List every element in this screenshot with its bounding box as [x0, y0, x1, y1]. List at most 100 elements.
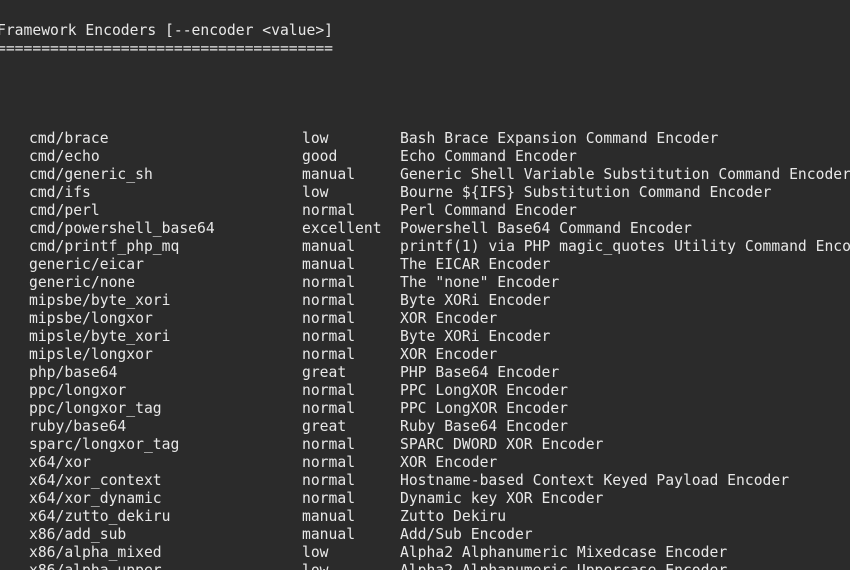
cell-encoder-description: PPC LongXOR Encoder [400, 382, 569, 399]
cell-encoder-description: Hostname-based Context Keyed Payload Enc… [400, 472, 790, 489]
cell-encoder-rank: manual [302, 508, 356, 525]
table-row: cmd/ifs low Bourne ${IFS} Substitution Com… [0, 184, 850, 202]
cell-encoder-rank: normal [302, 328, 356, 345]
cell-encoder-rank: normal [302, 292, 356, 309]
prompt-command: > show encoders [34, 0, 176, 4]
cell-encoder-description: Alpha2 Alphanumeric Uppercase Encoder [400, 562, 727, 570]
cell-encoder-rank: manual [302, 166, 356, 183]
cell-encoder-name: sparc/longxor_tag [29, 436, 180, 453]
cell-encoder-description: Zutto Dekiru [400, 508, 507, 525]
table-row: mipsle/byte_xori normal Byte XORi Encoder [0, 328, 850, 346]
cell-encoder-description: The EICAR Encoder [400, 256, 551, 273]
cell-encoder-description: Ruby Base64 Encoder [400, 418, 569, 435]
cell-encoder-rank: normal [302, 454, 356, 471]
cell-encoder-description: Alpha2 Alphanumeric Mixedcase Encoder [400, 544, 728, 561]
table-row: mipsbe/byte_xori normal Byte XORi Encoder [0, 292, 850, 310]
cell-encoder-rank: normal [302, 472, 356, 489]
cell-encoder-rank: normal [302, 490, 356, 507]
cell-encoder-name: ppc/longxor [29, 382, 127, 399]
cell-encoder-name: x64/xor_dynamic [29, 490, 162, 507]
cell-encoder-name: cmd/printf_php_mq [29, 238, 180, 255]
table-header-rule-row: ---- ---- ----------- [0, 94, 850, 112]
cell-encoder-name: x86/add_sub [29, 526, 127, 543]
cell-encoder-rank: normal [302, 346, 356, 363]
cell-encoder-name: cmd/brace [29, 130, 109, 147]
cell-encoder-rank: low [302, 130, 329, 147]
cell-encoder-name: mipsle/byte_xori [29, 328, 171, 345]
output-title: Framework Encoders [--encoder <value>] [0, 22, 334, 39]
cell-encoder-name: cmd/ifs [29, 184, 91, 201]
table-row: sparc/longxor_tag normal SPARC DWORD XOR E… [0, 436, 850, 454]
cell-encoder-description: Bash Brace Expansion Command Encoder [400, 130, 719, 147]
cell-encoder-name: x86/alpha_upper [29, 562, 162, 570]
cell-encoder-rank: manual [302, 526, 356, 543]
cell-encoder-name: generic/none [29, 274, 136, 291]
table-header-row: Name Rank Description [0, 76, 850, 94]
cell-encoder-description: Powershell Base64 Command Encoder [400, 220, 692, 237]
cell-encoder-description: Perl Command Encoder [400, 202, 577, 219]
table-row: cmd/brace low Bash Brace Expansion Command… [0, 130, 850, 148]
table-row: ppc/longxor normal PPC LongXOR Encoder [0, 382, 850, 400]
cell-encoder-name: cmd/powershell_base64 [29, 220, 215, 237]
cell-encoder-description: XOR Encoder [400, 346, 498, 363]
cell-encoder-rank: manual [302, 256, 356, 273]
cell-encoder-description: SPARC DWORD XOR Encoder [400, 436, 604, 453]
table-row: x86/add_sub manual Add/Sub Encoder [0, 526, 850, 544]
cell-encoder-name: cmd/generic_sh [29, 166, 153, 183]
cell-encoder-description: printf(1) via PHP magic_quotes Utility C… [400, 238, 850, 255]
table-row: php/base64 great PHP Base64 Encoder [0, 364, 850, 382]
cell-encoder-description: Byte XORi Encoder [400, 328, 551, 345]
table-row: cmd/printf_php_mq manual printf(1) via PHP… [0, 238, 850, 256]
cell-encoder-name: cmd/echo [29, 148, 100, 165]
cell-encoder-rank: normal [302, 436, 356, 453]
table-row: x86/alpha_upper low Alpha2 Alphanumeric Up… [0, 562, 850, 570]
table-row: cmd/echo good Echo Command Encoder [0, 148, 850, 166]
table-row: cmd/generic_sh manual Generic Shell Variab… [0, 166, 850, 184]
cell-encoder-rank: low [302, 544, 329, 561]
cell-encoder-rank: normal [302, 274, 356, 291]
cell-encoder-name: cmd/perl [29, 202, 100, 219]
table-row: generic/eicar manual The EICAR Encoder [0, 256, 850, 274]
cell-encoder-description: Generic Shell Variable Substitution Comm… [400, 166, 850, 183]
cell-encoder-name: mipsbe/byte_xori [29, 292, 171, 309]
encoders-table: Name Rank Description ---- ---- --------… [0, 76, 850, 570]
cell-encoder-name: generic/eicar [29, 256, 144, 273]
cell-encoder-name: mipsbe/longxor [29, 310, 153, 327]
table-row: x64/zutto_dekiru manual Zutto Dekiru [0, 508, 850, 526]
cell-encoder-description: The "none" Encoder [400, 274, 560, 291]
cell-encoder-rank: good [302, 148, 338, 165]
cell-encoder-description: PHP Base64 Encoder [400, 364, 560, 381]
cell-encoder-rank: normal [302, 310, 356, 327]
shell-prompt-line: msf6 > show encoders [0, 0, 176, 5]
table-row: mipsle/longxor normal XOR Encoder [0, 346, 850, 364]
table-row: x64/xor_dynamic normal Dynamic key XOR Enc… [0, 490, 850, 508]
cell-encoder-name: x64/zutto_dekiru [29, 508, 171, 525]
title-underline-rule: ====================================== [0, 40, 334, 57]
cell-encoder-description: XOR Encoder [400, 454, 498, 471]
cell-encoder-name: ruby/base64 [29, 418, 127, 435]
table-row: x86/alpha_mixed low Alpha2 Alphanumeric Mi… [0, 544, 850, 562]
table-row: cmd/powershell_base64 excellent Powershell… [0, 220, 850, 238]
cell-encoder-name: mipsle/longxor [29, 346, 153, 363]
cell-encoder-name: ppc/longxor_tag [29, 400, 162, 417]
cell-encoder-description: PPC LongXOR Encoder [400, 400, 569, 417]
table-row: ppc/longxor_tag normal PPC LongXOR Encoder [0, 400, 850, 418]
cell-encoder-description: Bourne ${IFS} Substitution Command Encod… [400, 184, 772, 201]
cell-encoder-rank: great [302, 418, 347, 435]
table-row: x64/xor_context normal Hostname-based Cont… [0, 472, 850, 490]
cell-encoder-name: php/base64 [29, 364, 118, 381]
cell-encoder-name: x86/alpha_mixed [29, 544, 162, 561]
terminal-window[interactable]: msf6 > show encoders Framework Encoders … [0, 0, 850, 570]
cell-encoder-description: Add/Sub Encoder [400, 526, 533, 543]
prompt-host: msf6 [0, 0, 34, 4]
cell-encoder-description: Byte XORi Encoder [400, 292, 551, 309]
table-row: mipsbe/longxor normal XOR Encoder [0, 310, 850, 328]
table-body: cmd/brace low Bash Brace Expansion Command… [0, 130, 850, 570]
table-row: generic/none normal The "none" Encoder [0, 274, 850, 292]
cell-encoder-rank: manual [302, 238, 356, 255]
table-row: cmd/perl normal Perl Command Encoder [0, 202, 850, 220]
cell-encoder-rank: low [302, 562, 329, 570]
table-row: ruby/base64 great Ruby Base64 Encoder [0, 418, 850, 436]
cell-encoder-rank: excellent [302, 220, 382, 237]
cell-encoder-description: Echo Command Encoder [400, 148, 577, 165]
